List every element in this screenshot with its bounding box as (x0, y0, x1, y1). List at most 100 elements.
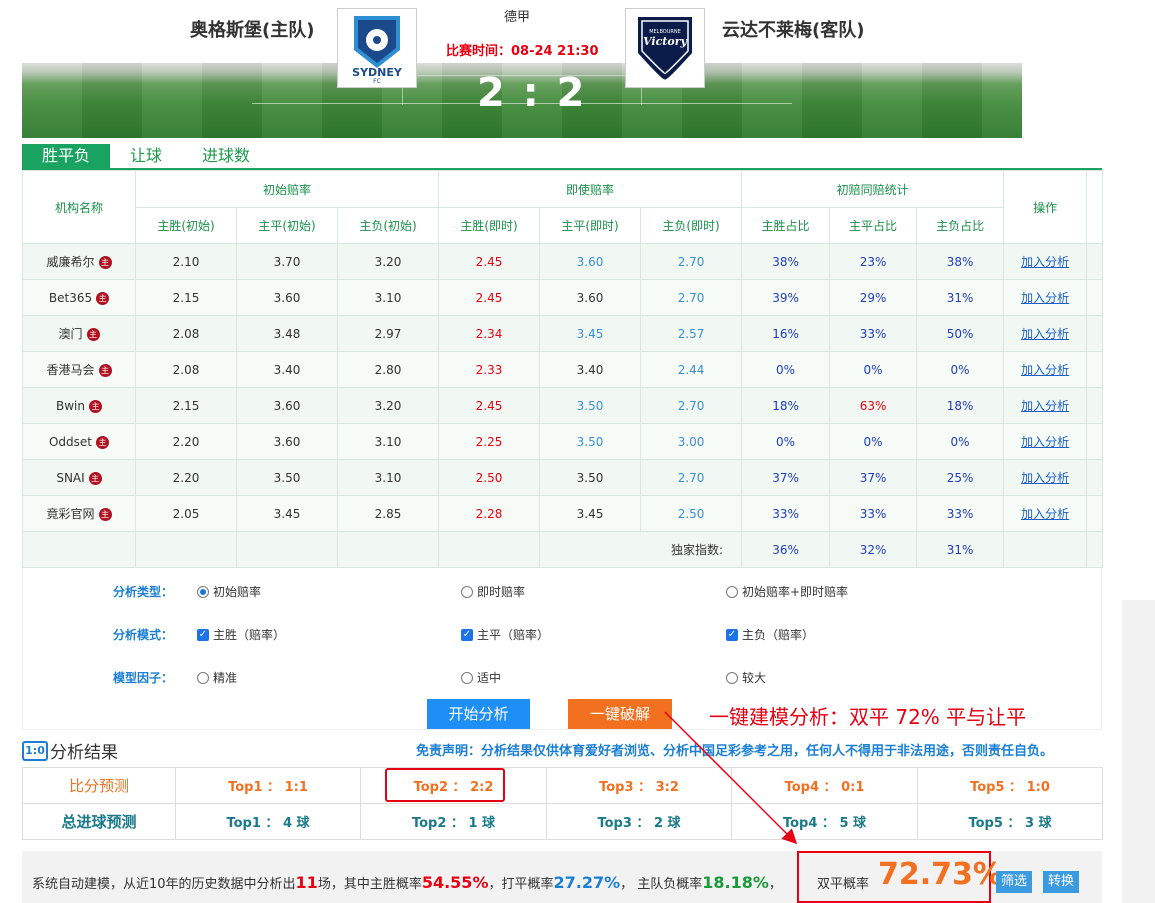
ratio-cell: 31% (916, 279, 1005, 316)
live-odds-cell: 3.50 (539, 387, 642, 424)
initial-odds-cell: 2.05 (135, 495, 237, 532)
radio-icon[interactable] (461, 671, 473, 684)
add-to-analysis-link[interactable]: 加入分析 (1021, 471, 1069, 485)
initial-odds-cell: 2.85 (336, 495, 440, 532)
home-flag-icon: 主 (98, 256, 112, 269)
action-cell: 加入分析 (1003, 423, 1088, 460)
live-odds-cell: 3.60 (539, 279, 642, 316)
add-to-analysis-link[interactable]: 加入分析 (1021, 255, 1069, 269)
goals-prediction-label: 总进球预测 (22, 803, 176, 840)
initial-odds-cell: 2.08 (135, 351, 237, 388)
odds-table: 机构名称 初始赔率 即使赔率 初赔同赔统计 操作 主胜(初始) 主平(初始) 主… (22, 170, 1104, 568)
radio-icon[interactable] (197, 585, 209, 598)
one-click-crack-button[interactable]: 一键破解 (568, 699, 672, 729)
ratio-cell: 50% (916, 315, 1005, 352)
live-odds-cell: 3.45 (539, 315, 642, 352)
type-option-live[interactable]: 即时赔率 (461, 583, 525, 600)
home-flag-icon: 主 (86, 328, 100, 341)
ratio-cell: 38% (741, 243, 831, 280)
add-to-analysis-link[interactable]: 加入分析 (1021, 363, 1069, 377)
checkbox-checked-icon[interactable]: ✓ (197, 628, 209, 641)
ratio-cell: 33% (829, 315, 918, 352)
mode-option-draw[interactable]: ✓ 主平（赔率） (461, 626, 549, 643)
disclaimer: 免责声明：分析结果仅供体育爱好者浏览、分析中国足彩参考之用，任何人不得用于非法用… (416, 744, 1054, 759)
live-odds-cell: 2.25 (438, 423, 541, 460)
factor-option-large[interactable]: 较大 (726, 669, 766, 686)
away-team-name: 云达不莱梅(客队) (722, 20, 865, 41)
factor-option-moderate[interactable]: 适中 (461, 669, 501, 686)
initial-odds-cell: 2.80 (336, 351, 440, 388)
goals-prediction-row: 总进球预测 Top1 ： 4 球 Top2 ： 1 球 Top3 ： 2 球 T… (22, 803, 1103, 840)
model-factor-label: 模型因子： (113, 671, 174, 685)
promo-annotation: 一键建模分析：双平 72% 平与让平 (709, 705, 1027, 729)
page: 奥格斯堡(主队) SYDNEY FC 德甲 比赛时间：08-24 21:30 2… (0, 0, 1155, 903)
header-live-odds: 即使赔率 (438, 170, 743, 208)
radio-icon[interactable] (726, 671, 738, 684)
tab-handicap[interactable]: 让球 (110, 144, 182, 168)
home-team-name: 奥格斯堡(主队) (190, 20, 315, 41)
live-odds-cell: 2.44 (640, 351, 743, 388)
action-cell: 加入分析 (1003, 279, 1088, 316)
type-option-initial[interactable]: 初始赔率 (197, 583, 261, 600)
initial-odds-cell: 3.10 (336, 459, 440, 496)
mode-option-home-lose[interactable]: ✓ 主负（赔率） (726, 626, 814, 643)
exclusive-index-cell: 31% (916, 531, 1005, 568)
action-cell: 加入分析 (1003, 495, 1088, 532)
score-prediction-row: 比分预测 Top1 ： 1:1 Top2 ： 2:2 Top3 ： 3:2 To… (22, 767, 1103, 804)
header-sub: 主负(初始) (336, 207, 440, 244)
agency-cell: 威廉希尔主 (22, 243, 136, 280)
exclusive-index-cell: 32% (829, 531, 918, 568)
convert-button[interactable]: 转换 (1043, 871, 1080, 893)
add-to-analysis-link[interactable]: 加入分析 (1021, 327, 1069, 341)
add-to-analysis-link[interactable]: 加入分析 (1021, 507, 1069, 521)
agency-cell: 香港马会主 (22, 351, 136, 388)
goals-pred-top5: Top5 ： 3 球 (917, 803, 1103, 840)
analysis-mode-label: 分析模式： (113, 628, 174, 642)
tab-total-goals[interactable]: 进球数 (182, 144, 270, 168)
start-analysis-button[interactable]: 开始分析 (427, 699, 530, 729)
initial-odds-cell: 3.50 (236, 459, 338, 496)
add-to-analysis-link[interactable]: 加入分析 (1021, 399, 1069, 413)
odds-row: 竟彩官网主 2.05 3.45 2.85 2.28 3.45 2.50 33% 33% 33% 加入… (22, 495, 1104, 532)
system-summary: 系统自动建模，从近10年的历史数据中分析出11场，其中主胜概率54.55%，打平… (22, 851, 1102, 903)
header-agency: 机构名称 (22, 170, 136, 244)
svg-text:Victory: Victory (643, 35, 688, 48)
checkbox-checked-icon[interactable]: ✓ (461, 628, 473, 641)
exclusive-index-row: 独家指数: 36% 32% 31% (22, 531, 1104, 568)
svg-text:FC: FC (373, 78, 381, 84)
exclusive-index-label: 独家指数: (539, 531, 743, 568)
home-flag-icon: 主 (96, 291, 110, 305)
tab-win-draw-lose[interactable]: 胜平负 (22, 144, 111, 168)
factor-option-precise[interactable]: 精准 (197, 669, 237, 686)
ratio-cell: 37% (741, 459, 831, 496)
initial-odds-cell: 3.40 (236, 351, 338, 388)
add-to-analysis-link[interactable]: 加入分析 (1021, 291, 1069, 305)
filter-button[interactable]: 筛选 (996, 871, 1033, 893)
live-odds-cell: 3.00 (640, 423, 743, 460)
melbourne-victory-logo-icon: MELBOURNE Victory (638, 17, 692, 80)
checkbox-checked-icon[interactable]: ✓ (726, 628, 738, 641)
mode-option-home-win[interactable]: ✓ 主胜（赔率） (197, 626, 285, 643)
live-odds-cell: 3.60 (539, 243, 642, 280)
odds-row: Bwin 主 2.15 3.60 3.20 2.45 3.50 2.70 18% 63% 18% 加入… (22, 387, 1104, 424)
league-name: 德甲 (504, 10, 531, 25)
results-title-text: 分析结果 (50, 743, 118, 763)
radio-icon[interactable] (726, 585, 738, 598)
header-initial-odds: 初始赔率 (134, 170, 440, 208)
live-odds-cell: 2.45 (438, 243, 541, 280)
ratio-cell: 0% (916, 423, 1005, 460)
radio-icon[interactable] (197, 671, 209, 684)
match-time: 比赛时间：08-24 21:30 (446, 44, 599, 59)
header-sub: 主平占比 (829, 207, 918, 244)
ratio-cell: 16% (741, 315, 831, 352)
initial-odds-cell: 3.48 (236, 315, 338, 352)
odds-row: 澳门主 2.08 3.48 2.97 2.34 3.45 2.57 16% 33% 50% 加入分析 (22, 315, 1104, 352)
initial-odds-cell: 3.70 (236, 243, 338, 280)
ratio-cell: 25% (916, 459, 1005, 496)
add-to-analysis-link[interactable]: 加入分析 (1021, 435, 1069, 449)
header-action: 操作 (1003, 170, 1088, 244)
home-flag-icon: 主 (98, 508, 112, 521)
type-option-both[interactable]: 初始赔率+即时赔率 (726, 583, 848, 600)
radio-icon[interactable] (461, 585, 473, 598)
ratio-cell: 18% (916, 387, 1005, 424)
